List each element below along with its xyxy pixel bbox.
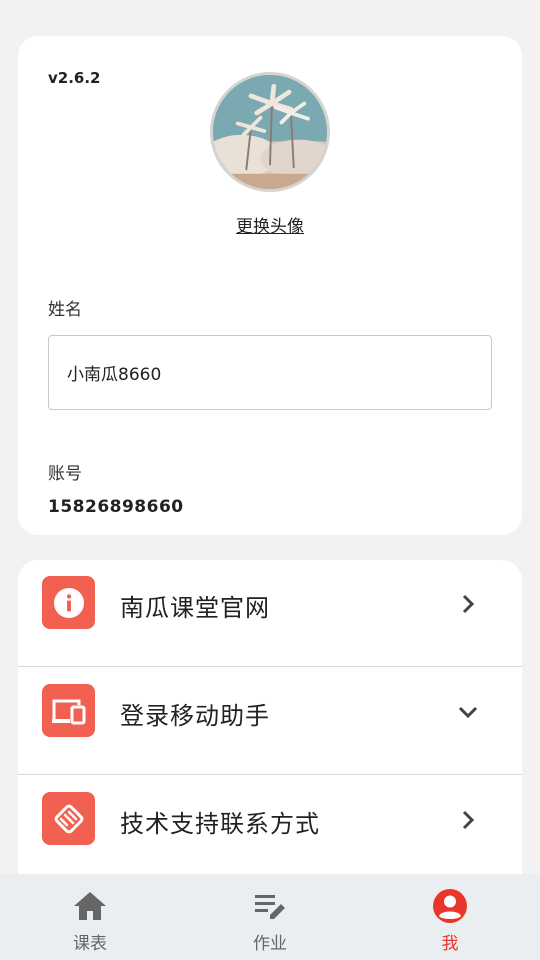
tab-label: 我 — [441, 934, 459, 954]
menu-item-mobile-assistant[interactable]: 登录移动助手 — [18, 668, 522, 775]
menu-item-label: 技术支持联系方式 — [120, 810, 320, 838]
chevron-right-icon — [462, 594, 475, 614]
tab-me[interactable]: 我 — [360, 874, 540, 960]
menu-item-label: 登录移动助手 — [120, 702, 270, 730]
home-icon — [74, 892, 106, 920]
handshake-icon — [42, 792, 95, 845]
tab-label: 作业 — [253, 934, 287, 954]
menu-item-official-site[interactable]: 南瓜课堂官网 — [18, 560, 522, 667]
app-version: v2.6.2 — [48, 69, 101, 87]
avatar-image — [213, 75, 327, 189]
chevron-down-icon — [458, 706, 478, 719]
menu-card: 南瓜课堂官网 登录移动助手 技术支持联系方式 — [18, 560, 522, 890]
devices-icon — [42, 684, 95, 737]
account-label: 账号 — [48, 464, 82, 484]
name-label: 姓名 — [48, 300, 82, 320]
account-icon — [433, 889, 467, 923]
avatar[interactable] — [210, 72, 330, 192]
name-field[interactable] — [48, 335, 492, 410]
bottom-tab-bar: 课表 作业 我 — [0, 874, 540, 960]
change-avatar-link[interactable]: 更换头像 — [18, 212, 522, 237]
menu-item-label: 南瓜课堂官网 — [120, 594, 270, 622]
account-value: 15826898660 — [48, 497, 184, 517]
tab-schedule[interactable]: 课表 — [0, 874, 180, 960]
tab-homework[interactable]: 作业 — [180, 874, 360, 960]
info-icon — [42, 576, 95, 629]
chevron-right-icon — [462, 810, 475, 830]
menu-item-tech-support[interactable]: 技术支持联系方式 — [18, 776, 522, 883]
tab-label: 课表 — [73, 934, 107, 954]
profile-card: v2.6.2 更换头像 姓名 账号 15826898660 — [18, 36, 522, 535]
edit-list-icon — [255, 895, 285, 919]
